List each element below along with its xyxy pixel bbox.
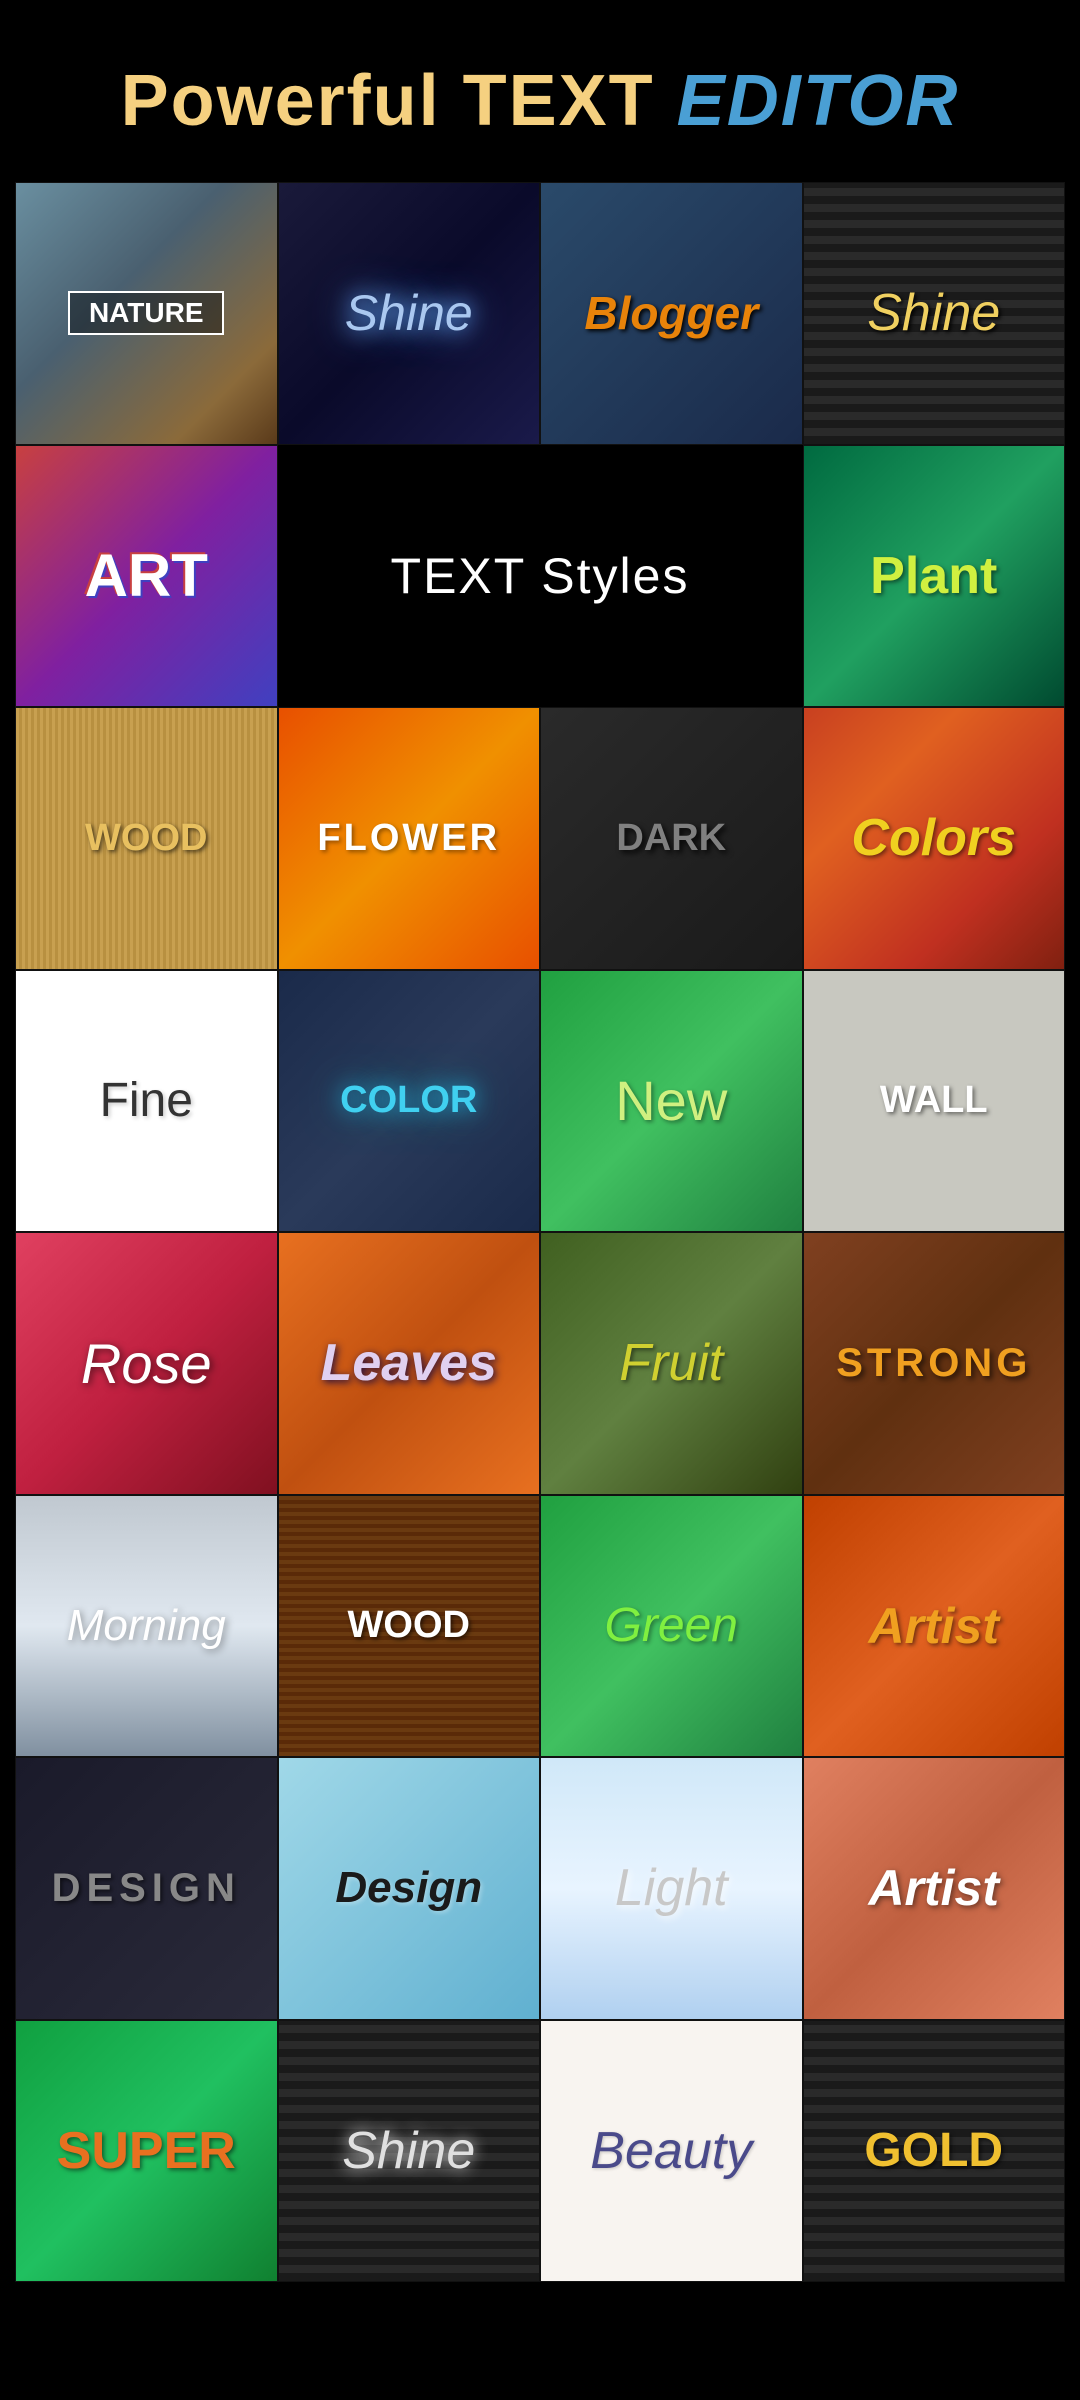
style-card-artist1[interactable]: Artist [803,1495,1066,1758]
style-card-shine1[interactable]: Shine [278,182,541,445]
title-powerful: Powerful [121,61,463,141]
style-card-light[interactable]: Light [540,1757,803,2020]
style-card-wood1[interactable]: WOOD [15,707,278,970]
card-label-gold2: GOLD [804,2123,1065,2178]
style-card-art[interactable]: ART [15,445,278,708]
style-card-flower[interactable]: FLOWER [278,707,541,970]
card-label-blogger: Blogger [541,286,802,340]
card-label-design2: Design [279,1863,540,1913]
card-label-nature: NATURE [68,291,224,335]
style-card-shine3[interactable]: Shine [278,2020,541,2283]
style-card-wall2[interactable]: WALL [803,970,1066,1233]
card-label-art: ART [16,541,277,610]
card-label-fine: Fine [16,1073,277,1128]
style-card-super[interactable]: SUPER [15,2020,278,2283]
style-card-nature[interactable]: NATURE [15,182,278,445]
card-label-new: New [541,1068,802,1133]
styles-grid: NATURE Shine Blogger Shine ART TEXT Styl… [0,182,1080,2282]
style-card-beauty[interactable]: Beauty [540,2020,803,2283]
text-styles-banner: TEXT Styles [278,445,803,708]
card-label-colors: Colors [804,808,1065,868]
style-card-design2[interactable]: Design [278,1757,541,2020]
style-card-green[interactable]: Green [540,1495,803,1758]
style-card-morning[interactable]: Morning [15,1495,278,1758]
card-label-dark: DARK [541,817,802,860]
style-card-new[interactable]: New [540,970,803,1233]
card-label-color: COLOR [279,1079,540,1122]
banner-label: TEXT Styles [391,547,690,605]
style-card-strong[interactable]: STRONG [803,1232,1066,1495]
title-editor: EDITOR [677,61,960,141]
card-label-wall2: WALL [804,1079,1065,1122]
app-title: Powerful TEXT EDITOR [20,60,1060,142]
style-card-rose[interactable]: Rose [15,1232,278,1495]
style-card-colors[interactable]: Colors [803,707,1066,970]
style-card-shine2[interactable]: Shine [803,182,1066,445]
card-label-shine1: Shine [279,284,540,342]
style-card-fruit[interactable]: Fruit [540,1232,803,1495]
card-label-shine3: Shine [279,2121,540,2181]
style-card-dark[interactable]: DARK [540,707,803,970]
style-card-fine[interactable]: Fine [15,970,278,1233]
card-label-artist2: Artist [804,1859,1065,1917]
card-label-design1: DESIGN [16,1866,277,1911]
style-card-artist2[interactable]: Artist [803,1757,1066,2020]
style-card-design1[interactable]: DESIGN [15,1757,278,2020]
style-card-blogger[interactable]: Blogger [540,182,803,445]
style-card-color[interactable]: COLOR [278,970,541,1233]
header: Powerful TEXT EDITOR [0,0,1080,182]
card-label-plant: Plant [804,546,1065,606]
style-card-plant[interactable]: Plant [803,445,1066,708]
card-label-beauty: Beauty [541,2121,802,2181]
card-label-morning: Morning [16,1601,277,1651]
card-label-fruit: Fruit [541,1333,802,1393]
card-label-super: SUPER [16,2121,277,2181]
card-label-rose: Rose [16,1331,277,1396]
card-label-artist1: Artist [804,1597,1065,1655]
card-label-light: Light [541,1858,802,1918]
style-card-leaves[interactable]: Leaves [278,1232,541,1495]
card-label-flower: FLOWER [279,817,540,860]
title-text: TEXT [463,61,677,141]
card-label-wood1: WOOD [16,817,277,860]
card-label-green: Green [541,1598,802,1653]
style-card-wood2[interactable]: WOOD [278,1495,541,1758]
card-label-leaves: Leaves [279,1333,540,1393]
card-label-wood2: WOOD [279,1604,540,1647]
card-label-shine2: Shine [804,283,1065,343]
style-card-gold2[interactable]: GOLD [803,2020,1066,2283]
card-label-strong: STRONG [804,1341,1065,1386]
